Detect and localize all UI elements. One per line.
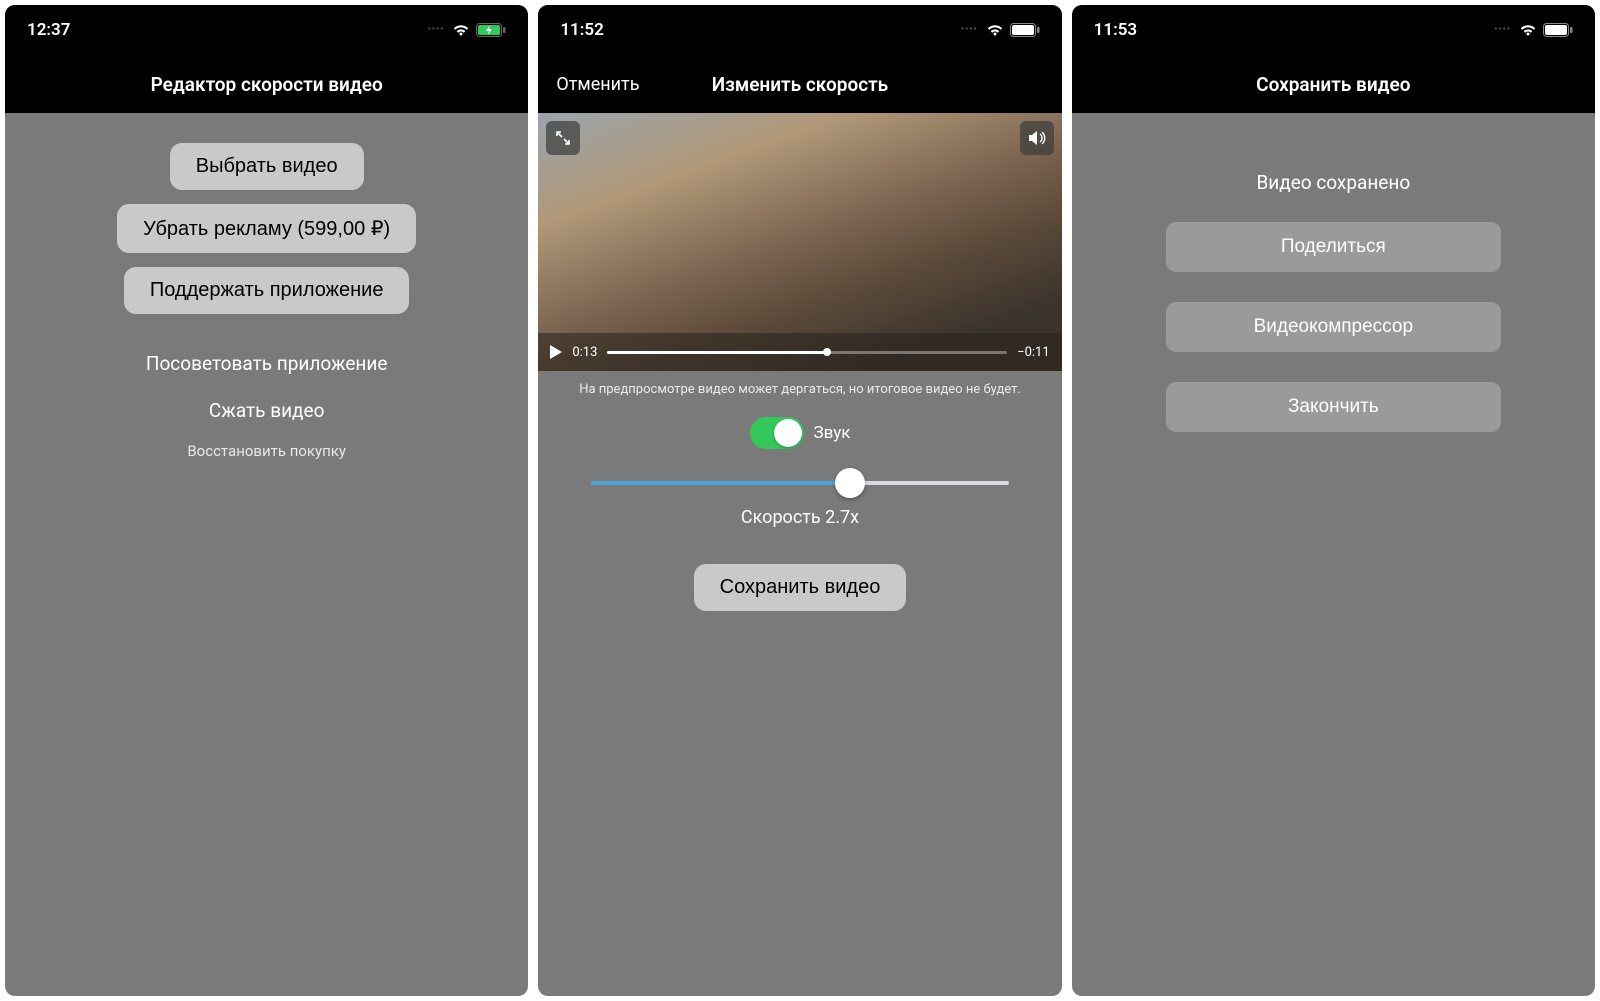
compressor-button[interactable]: Видеокомпрессор <box>1166 302 1501 352</box>
video-preview: 0:13 −0:11 <box>538 113 1061 371</box>
speed-slider-wrap <box>591 481 1010 485</box>
remaining-time: −0:11 <box>1017 345 1050 360</box>
remove-ads-button[interactable]: Убрать рекламу (599,00 ₽) <box>117 204 416 253</box>
seek-knob <box>823 348 831 356</box>
page-title: Изменить скорость <box>712 73 888 96</box>
screen-editor: 11:52 •••• Отменить Изменить скорость <box>538 5 1061 996</box>
nav-bar: Редактор скорости видео <box>5 55 528 113</box>
saved-message: Видео сохранено <box>1256 171 1410 194</box>
fullscreen-button[interactable] <box>546 121 580 155</box>
save-video-button[interactable]: Сохранить видео <box>694 564 907 611</box>
nav-bar: Сохранить видео <box>1072 55 1595 113</box>
nav-bar: Отменить Изменить скорость <box>538 55 1061 113</box>
cancel-button[interactable]: Отменить <box>556 74 639 95</box>
preview-hint: На предпросмотре видео может дергаться, … <box>538 371 1061 405</box>
page-title: Редактор скорости видео <box>151 73 383 96</box>
status-bar: 11:52 •••• <box>538 5 1061 55</box>
status-time: 11:52 <box>560 20 603 40</box>
share-button[interactable]: Поделиться <box>1166 222 1501 272</box>
saved-content: Видео сохранено Поделиться Видеокомпресс… <box>1072 113 1595 996</box>
video-frame[interactable]: 0:13 −0:11 <box>538 113 1061 371</box>
status-time: 12:37 <box>27 20 70 40</box>
wifi-icon <box>986 23 1004 37</box>
signal-dots-icon: •••• <box>1494 25 1511 35</box>
seek-slider[interactable] <box>607 351 1007 354</box>
screen-main: 12:37 •••• Редактор скорости видео Выбра… <box>5 5 528 996</box>
page-title: Сохранить видео <box>1256 73 1410 96</box>
slider-fill <box>591 481 851 485</box>
speaker-icon <box>1028 130 1046 146</box>
restore-purchase-link[interactable]: Восстановить покупку <box>187 442 346 460</box>
video-controls: 0:13 −0:11 <box>538 333 1061 371</box>
main-content: Выбрать видео Убрать рекламу (599,00 ₽) … <box>5 113 528 996</box>
speed-value-label: Скорость 2.7x <box>741 507 859 528</box>
expand-icon <box>555 130 571 146</box>
select-video-button[interactable]: Выбрать видео <box>170 143 364 190</box>
battery-charging-icon <box>476 23 506 37</box>
battery-icon <box>1543 23 1573 37</box>
toggle-knob <box>774 419 802 447</box>
recommend-link[interactable]: Посоветовать приложение <box>146 352 387 375</box>
mute-button[interactable] <box>1020 121 1054 155</box>
status-time: 11:53 <box>1094 20 1137 40</box>
speed-slider[interactable] <box>591 481 1010 485</box>
sound-toggle-row: Звук <box>750 417 851 449</box>
slider-knob <box>835 468 865 498</box>
status-right: •••• <box>1494 23 1573 37</box>
wifi-icon <box>452 23 470 37</box>
compress-link[interactable]: Сжать видео <box>209 399 324 422</box>
status-right: •••• <box>961 23 1040 37</box>
status-right: •••• <box>428 23 507 37</box>
editor-controls: Звук Скорость 2.7x Сохранить видео <box>538 405 1061 996</box>
wifi-icon <box>1519 23 1537 37</box>
elapsed-time: 0:13 <box>572 345 597 360</box>
finish-button[interactable]: Закончить <box>1166 382 1501 432</box>
battery-icon <box>1010 23 1040 37</box>
signal-dots-icon: •••• <box>961 25 978 35</box>
play-button[interactable] <box>550 345 562 359</box>
status-bar: 11:53 •••• <box>1072 5 1595 55</box>
signal-dots-icon: •••• <box>428 25 445 35</box>
support-app-button[interactable]: Поддержать приложение <box>124 267 410 314</box>
sound-toggle[interactable] <box>750 417 804 449</box>
sound-label: Звук <box>814 423 851 443</box>
seek-fill <box>607 351 827 354</box>
screen-saved: 11:53 •••• Сохранить видео Видео сохране… <box>1072 5 1595 996</box>
status-bar: 12:37 •••• <box>5 5 528 55</box>
